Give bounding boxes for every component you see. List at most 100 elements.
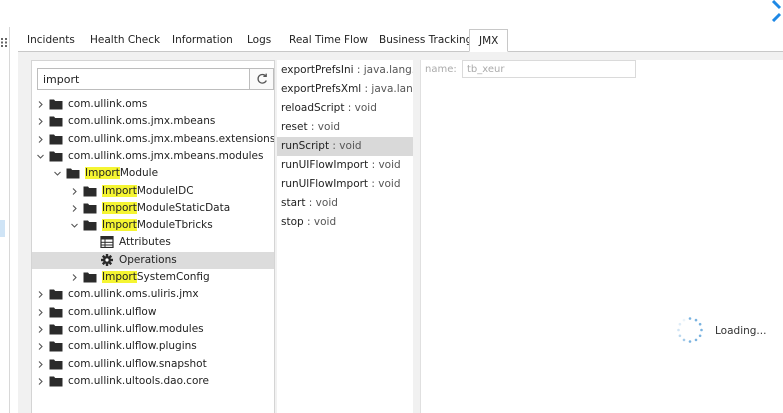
tab-real-time-flow[interactable]: Real Time Flow <box>289 30 368 51</box>
chevron-right-icon[interactable] <box>36 117 45 126</box>
tab-information[interactable]: Information <box>172 30 233 51</box>
operation-detail-panel: name: Loading... <box>420 60 783 413</box>
operation-return-type: : java.lang.St <box>364 83 413 95</box>
search-match-highlight: Import <box>102 184 137 197</box>
folder-icon <box>49 359 63 369</box>
operation-name: runScript <box>281 140 330 152</box>
tab-business-tracking[interactable]: Business Tracking <box>379 30 472 51</box>
tree-node-text: com.ullink.oms.jmx.mbeans.modules <box>68 149 264 162</box>
folder-icon <box>49 307 63 318</box>
tree-node[interactable]: ImportSystemConfig <box>32 269 274 286</box>
operations-list: exportPrefsIni : java.lang.StriexportPre… <box>277 60 413 413</box>
tree-node[interactable]: com.ullink.oms.jmx.mbeans <box>32 113 274 130</box>
chevron-right-icon[interactable] <box>36 360 45 369</box>
tree-node[interactable]: com.ullink.oms.jmx.mbeans.extensions <box>32 131 274 148</box>
tree-node-label: com.ullink.ultools.dao.core <box>68 373 209 390</box>
chevron-right-icon[interactable] <box>36 377 45 386</box>
tree-node-text: ModuleIDC <box>136 184 194 197</box>
tab-incidents[interactable]: Incidents <box>27 30 75 51</box>
chevron-right-icon[interactable] <box>70 187 79 196</box>
tab-logs[interactable]: Logs <box>247 30 271 51</box>
tree-node-text: Attributes <box>119 236 171 249</box>
search-input[interactable] <box>37 68 250 90</box>
chevron-down-icon[interactable] <box>36 152 45 161</box>
search-match-highlight: Import <box>85 167 120 180</box>
tree-node[interactable]: ImportModule <box>32 165 274 182</box>
operation-item[interactable]: runUIFlowImport : void <box>277 156 413 175</box>
tree-node-text: com.ullink.oms.jmx.mbeans <box>68 115 216 128</box>
folder-icon <box>66 168 80 179</box>
mbean-tree-panel: com.ullink.oms com.ullink.oms.jmx.mbeans c… <box>31 60 275 413</box>
left-gutter <box>0 27 10 413</box>
tree-node-text: com.ullink.oms.uliris.jmx <box>68 288 199 301</box>
operation-return-type: : void <box>329 140 362 152</box>
tree-node[interactable]: ImportModuleTbricks <box>32 217 274 234</box>
tab-health-check[interactable]: Health Check <box>90 30 160 51</box>
chevron-right-icon[interactable] <box>36 325 45 334</box>
tree-node[interactable]: com.ullink.ultools.dao.core <box>32 373 274 390</box>
operation-name: start <box>281 197 306 209</box>
search-match-highlight: Import <box>102 201 137 214</box>
operation-item[interactable]: reset : void <box>277 118 413 137</box>
operation-item[interactable]: start : void <box>277 194 413 213</box>
operation-return-type: : void <box>305 197 338 209</box>
chevron-down-icon[interactable] <box>70 221 79 230</box>
tree-node-label: Operations <box>119 252 177 269</box>
operation-name: reset <box>281 121 308 133</box>
tree-node-label: ImportModule <box>85 165 158 182</box>
search-match-highlight: Import <box>102 271 137 283</box>
tree-node[interactable]: com.ullink.oms.jmx.mbeans.modules <box>32 148 274 165</box>
tree-node[interactable]: ImportModuleStaticData <box>32 200 274 217</box>
operation-item[interactable]: stop : void <box>277 213 413 232</box>
operation-item[interactable]: exportPrefsXml : java.lang.St <box>277 80 413 99</box>
tree-node-label: com.ullink.ulflow.modules <box>68 321 204 338</box>
tree-node[interactable]: com.ullink.oms <box>32 96 274 113</box>
tree-node[interactable]: com.ullink.oms.uliris.jmx <box>32 286 274 303</box>
chevron-right-icon[interactable] <box>36 308 45 317</box>
chevron-right-icon[interactable] <box>36 135 45 144</box>
tree-node[interactable]: com.ullink.ulflow.plugins <box>32 338 274 355</box>
tree-node-text: com.ullink.oms.jmx.mbeans.extensions <box>68 132 275 145</box>
tree-node-label: ImportSystemConfig <box>102 269 210 286</box>
loading-text: Loading... <box>715 325 767 337</box>
grip-icon[interactable] <box>1 38 8 47</box>
tree-node-text: com.ullink.ulflow.snapshot <box>68 357 207 370</box>
tree-node-text: ModuleStaticData <box>136 201 231 214</box>
folder-icon <box>49 376 63 387</box>
folder-icon <box>49 134 63 145</box>
tree-node[interactable]: com.ullink.ulflow <box>32 304 274 321</box>
tree-node[interactable]: ImportModuleIDC <box>32 183 274 200</box>
chevron-right-icon[interactable] <box>70 204 79 213</box>
chevron-right-icon[interactable] <box>36 290 45 299</box>
operation-return-type: : void <box>307 121 341 133</box>
operation-item[interactable]: reloadScript : void <box>277 99 413 118</box>
operation-item[interactable]: runScript : void <box>277 137 413 156</box>
app-logo-icon <box>771 0 782 22</box>
tree-node[interactable]: com.ullink.ulflow.snapshot <box>32 356 274 373</box>
chevron-right-icon[interactable] <box>70 273 79 282</box>
operation-name: reloadScript <box>281 102 345 114</box>
tree-node-label: com.ullink.oms.jmx.mbeans.modules <box>68 148 263 165</box>
operation-name: runUIFlowImport <box>281 159 369 171</box>
name-label: name: <box>425 64 457 75</box>
tab-jmx[interactable]: JMX <box>469 29 509 52</box>
tree-node-label: ImportModuleIDC <box>102 183 194 200</box>
tree-node[interactable]: Operations <box>32 251 274 269</box>
chevron-right-icon[interactable] <box>36 342 45 351</box>
tree-node-label: com.ullink.oms.jmx.mbeans <box>68 113 215 130</box>
loading-spinner-icon <box>677 317 703 343</box>
tree-node-label: ImportModuleTbricks <box>102 217 213 234</box>
operation-item[interactable]: runUlFlowImport : void <box>277 175 413 194</box>
name-field[interactable] <box>462 60 636 78</box>
tree-node-label: com.ullink.oms <box>68 96 147 113</box>
chevron-down-icon[interactable] <box>53 169 62 178</box>
chevron-right-icon[interactable] <box>36 100 45 109</box>
tree-node[interactable]: Attributes <box>32 234 274 251</box>
refresh-button[interactable] <box>250 68 274 90</box>
search-match-highlight: Import <box>102 219 137 232</box>
window-top-bar <box>0 0 783 27</box>
operation-item[interactable]: exportPrefsIni : java.lang.Stri <box>277 61 413 80</box>
tree-node[interactable]: com.ullink.ulflow.modules <box>32 321 274 338</box>
operation-return-type: : void <box>344 102 377 114</box>
folder-icon <box>83 220 97 231</box>
